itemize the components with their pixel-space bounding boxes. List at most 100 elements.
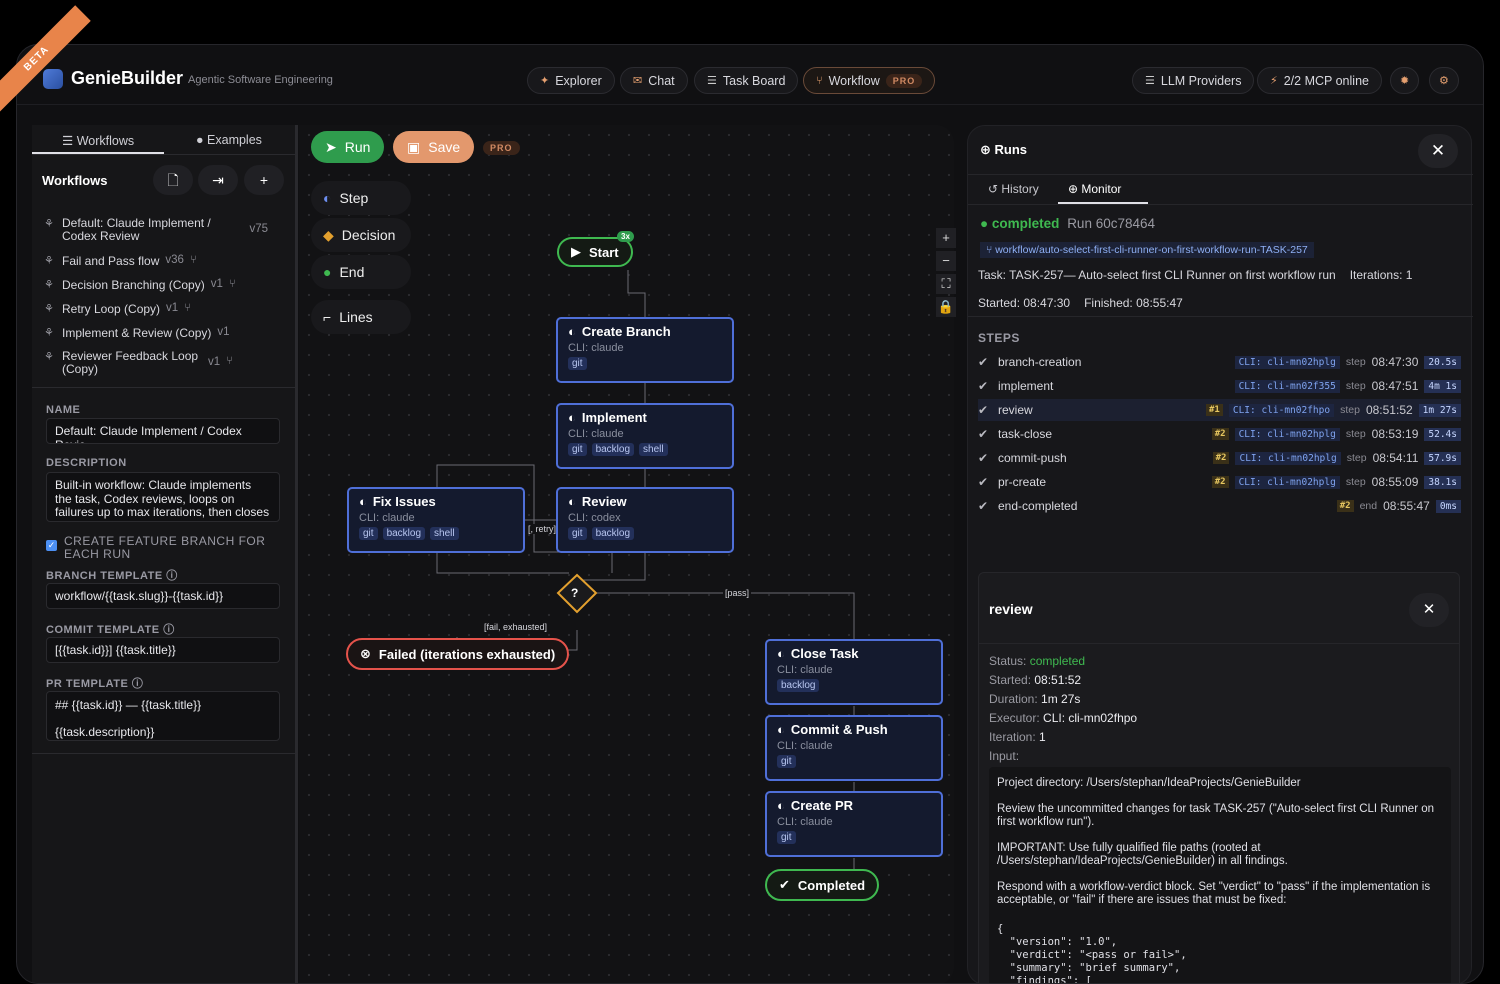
workflow-list-item[interactable]: ⚘ Default: Claude Implement / Codex Revie… [44, 217, 280, 243]
branch-template-label: BRANCH TEMPLATE ⓘ [46, 567, 178, 583]
run-branch[interactable]: ⑂ workflow/auto-select-first-cli-runner-… [980, 242, 1314, 258]
workflow-version: v1 [217, 326, 230, 338]
tab-history[interactable]: ↺ History [988, 182, 1039, 196]
run-status-text: completed [991, 216, 1060, 231]
step-row[interactable]: ✔ pr-create #2 CLI: cli-mn02hplg step 08:55:0… [978, 471, 1461, 493]
step-node-implement[interactable]: ◐ Implement CLI: claude git backlog shell [556, 403, 734, 469]
nav-task-board-button[interactable]: ☰ Task Board [694, 67, 799, 94]
step-node-create-branch[interactable]: ◐ Create Branch CLI: claude git [556, 317, 734, 383]
workflow-list-item[interactable]: ⚘ Retry Loop (Copy) v1 ⑂ [44, 302, 280, 316]
tree-icon: ⚘ [44, 327, 54, 339]
workflow-list-item[interactable]: ⚘ Reviewer Feedback Loop (Copy) v1 ⑂ [44, 350, 280, 376]
top-bar: GenieBuilder Agentic Software Engineerin… [17, 45, 1483, 105]
node-cli: CLI: claude [568, 342, 624, 354]
step-node-close-task[interactable]: ◐ Close Task CLI: claude backlog [765, 639, 943, 705]
node-tag: git [359, 527, 378, 540]
workflow-list-item[interactable]: ⚘ Decision Branching (Copy) v1 ⑂ [44, 278, 280, 292]
workflow-name: Fail and Pass flow [62, 254, 160, 268]
pr-template-label-text: PR TEMPLATE [46, 678, 129, 690]
input-code-block: { "version": "1.0", "verdict": "<pass or… [997, 923, 1187, 984]
pr-template-label: PR TEMPLATE ⓘ [46, 675, 143, 691]
workflow-canvas[interactable]: ➤ Run ▣ Save PRO ◐ Step ◆ Decision ● End ⌐ Lin… [299, 125, 956, 983]
monitor-icon: ⊕ [1068, 182, 1082, 196]
workflow-version: v1 [208, 356, 221, 368]
mcp-status-button[interactable]: ⚡ 2/2 MCP online [1257, 67, 1382, 94]
step-row[interactable]: ✔ commit-push #2 CLI: cli-mn02hplg step 08:54… [978, 447, 1461, 469]
llm-providers-button[interactable]: ☰ LLM Providers [1132, 67, 1255, 94]
node-cli: CLI: claude [777, 664, 833, 676]
import-workflow-button[interactable]: ⇥ [198, 165, 238, 195]
nav-workflow-label: Workflow [828, 73, 880, 88]
nav-workflow-button[interactable]: ⑂ Workflow PRO [803, 67, 936, 94]
list-icon: ☰ [62, 134, 77, 148]
branch-template-field[interactable]: workflow/{{task.slug}}-{{task.id}} [46, 583, 280, 609]
brain-icon: ◐ [359, 494, 367, 509]
brain-icon: ◐ [777, 646, 785, 661]
runs-heading: ⊕ Runs [980, 142, 1027, 158]
tab-examples-label: Examples [207, 133, 262, 147]
commit-template-label-text: COMMIT TEMPLATE [46, 624, 160, 636]
brain-icon: ◐ [777, 722, 785, 737]
failed-end-node[interactable]: ⊗ Failed (iterations exhausted) [346, 638, 570, 670]
settings-button[interactable]: ⚙ [1429, 67, 1459, 94]
step-row[interactable]: ✔ end-completed #2 end 08:55:47 0ms [978, 495, 1461, 517]
nav-chat-button[interactable]: ✉ Chat [620, 67, 688, 94]
workflow-list-item[interactable]: ⚘ Implement & Review (Copy) v1 [44, 326, 280, 340]
node-tag: backlog [382, 527, 426, 540]
feature-branch-checkbox[interactable]: ✓ [46, 540, 57, 551]
detail-executor-key: Executor: [989, 711, 1040, 725]
close-runs-button[interactable]: ✕ [1418, 134, 1458, 168]
detail-duration-value: 1m 27s [1041, 692, 1081, 706]
step-time: 08:53:19 [1371, 427, 1419, 441]
divider [968, 174, 1473, 175]
mcp-status-label: 2/2 MCP online [1283, 73, 1369, 88]
check-circle-icon: ✔ [978, 427, 989, 441]
step-name: end-completed [998, 499, 1078, 513]
app-window: GenieBuilder Agentic Software Engineerin… [16, 44, 1484, 984]
branch-icon: ⑂ [986, 244, 996, 256]
tab-workflows[interactable]: ☰ Workflows [62, 133, 134, 148]
completed-end-node[interactable]: ✔ Completed [765, 869, 880, 901]
step-row[interactable]: ✔ task-close #2 CLI: cli-mn02hplg step 08:53:… [978, 423, 1461, 445]
pr-template-field[interactable]: ## {{task.id}} — {{task.title}} {{task.de… [46, 691, 280, 741]
step-iteration-badge: #2 [1212, 452, 1230, 464]
new-workflow-button[interactable]: 🗋 [153, 165, 193, 195]
brand-name: GenieBuilder [71, 68, 184, 88]
add-workflow-button[interactable]: + [244, 165, 284, 195]
nav-explorer-button[interactable]: ✦ Explorer [527, 67, 615, 94]
description-field[interactable]: Built-in workflow: Claude implements the… [46, 472, 280, 522]
run-times: Started: 08:47:30 Finished: 08:55:47 [978, 296, 1183, 310]
step-row[interactable]: ✔ branch-creation CLI: cli-mn02hplg step 08:… [978, 351, 1461, 373]
node-cli: CLI: claude [777, 816, 833, 828]
tree-icon: ⚘ [44, 218, 54, 230]
name-label: NAME [46, 404, 81, 416]
step-detail-panel: review ✕ Status: completed Started: 08:5… [978, 572, 1460, 984]
close-detail-button[interactable]: ✕ [1409, 593, 1449, 627]
tab-examples[interactable]: ● Examples [196, 133, 262, 147]
step-node-create-pr[interactable]: ◐ Create PR CLI: claude git [765, 791, 943, 857]
step-row[interactable]: ✔ implement CLI: cli-mn02f355 step 08:47:51 4… [978, 375, 1461, 397]
name-field[interactable]: Default: Claude Implement / Codex Revie [46, 418, 280, 444]
workflow-list-item[interactable]: ⚘ Fail and Pass flow v36 ⑂ [44, 254, 280, 268]
tagline: Agentic Software Engineering [188, 74, 333, 86]
bug-button[interactable]: ✹ [1390, 67, 1420, 94]
step-node-fix-issues[interactable]: ◐ Fix Issues CLI: claude git backlog shell [347, 487, 525, 553]
node-cli: CLI: claude [568, 428, 624, 440]
workflow-name: Reviewer Feedback Loop (Copy) [62, 349, 199, 376]
runs-title: Runs [994, 142, 1028, 157]
description-label: DESCRIPTION [46, 457, 127, 469]
input-paragraph: Review the uncommitted changes for task … [997, 803, 1435, 828]
step-duration: 1m 27s [1418, 403, 1461, 417]
tab-monitor[interactable]: ⊕ Monitor [1068, 182, 1121, 196]
step-name: implement [998, 379, 1054, 393]
node-tag: backlog [777, 679, 820, 692]
workflow-icon: ⑂ [816, 74, 823, 87]
nav-explorer-label: Explorer [555, 73, 602, 88]
commit-template-field[interactable]: [{{task.id}}] {{task.title}} [46, 637, 280, 663]
detail-status-value: completed [1029, 654, 1086, 668]
step-row[interactable]: ✔ review #1 CLI: cli-mn02fhpo step 08:51:52 1m… [978, 399, 1461, 421]
step-node-commit-push[interactable]: ◐ Commit & Push CLI: claude git [765, 715, 943, 781]
nav-task-board-label: Task Board [722, 73, 786, 88]
run-task: Task: TASK-257— Auto-select first CLI Ru… [978, 268, 1412, 282]
step-node-review[interactable]: ◐ Review CLI: codex git backlog [556, 487, 734, 553]
